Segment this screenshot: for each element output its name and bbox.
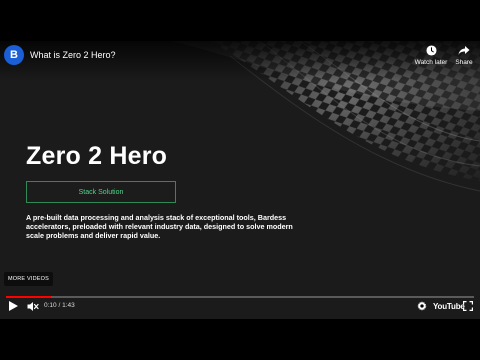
stack-solution-badge: Stack Solution [26, 181, 176, 203]
top-gradient [0, 41, 480, 81]
slide-description: A pre-built data processing and analysis… [26, 213, 293, 241]
channel-logo[interactable]: B [4, 45, 24, 65]
share-label: Share [455, 59, 473, 66]
play-button[interactable] [6, 299, 20, 313]
progress-played [6, 296, 52, 298]
letterbox-top [0, 0, 480, 41]
watch-later-label: Watch later [414, 59, 448, 66]
abstract-mesh-graphic [0, 41, 480, 319]
volume-muted-icon [27, 301, 39, 311]
fullscreen-icon [463, 301, 473, 311]
clock-icon [425, 45, 437, 56]
slide-title: Zero 2 Hero [26, 142, 168, 170]
settings-icon [417, 301, 427, 311]
more-videos-button[interactable]: MORE VIDEOS [4, 272, 54, 286]
mute-button[interactable] [26, 299, 40, 313]
letterbox-bottom [0, 319, 480, 360]
time-display: 0:10 / 1:43 [44, 302, 75, 309]
progress-bar[interactable] [6, 296, 474, 298]
share-icon [458, 46, 470, 55]
channel-logo-letter: B [10, 49, 18, 61]
video-title[interactable]: What is Zero 2 Hero? [30, 50, 116, 60]
fullscreen-button[interactable] [462, 300, 474, 312]
youtube-logo[interactable]: YouTube [433, 302, 465, 311]
settings-button[interactable] [416, 299, 428, 313]
stack-solution-label: Stack Solution [78, 188, 124, 196]
share-button[interactable]: Share [445, 45, 480, 66]
current-time: 0:10 [44, 302, 57, 309]
play-icon [8, 301, 18, 311]
video-frame[interactable] [0, 41, 480, 319]
duration: 1:43 [62, 302, 75, 309]
